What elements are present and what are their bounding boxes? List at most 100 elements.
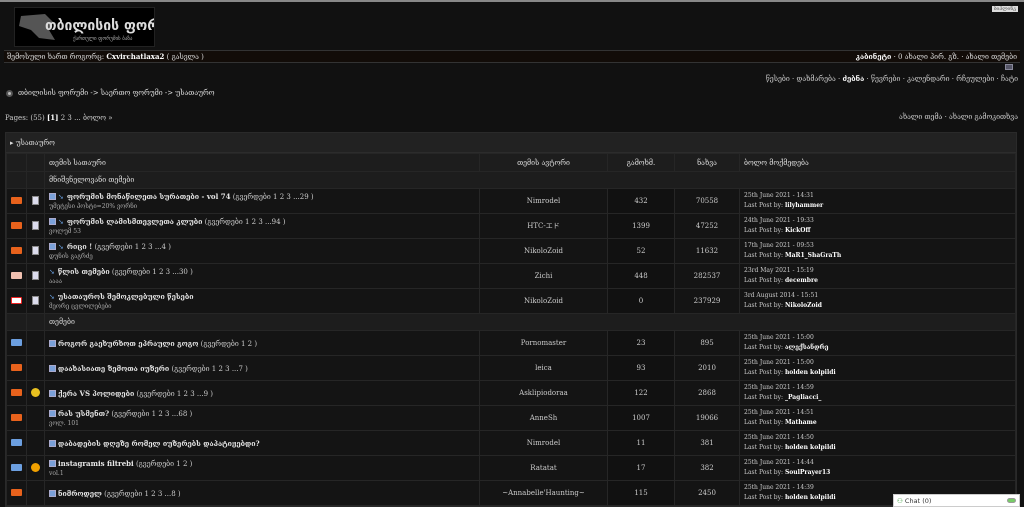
- topic-pages[interactable]: (გვერდები 1 2 ): [136, 460, 192, 468]
- topic-author[interactable]: AnneSh: [479, 405, 608, 431]
- nav-item[interactable]: დახმარება: [797, 75, 836, 83]
- col-title[interactable]: თემის სათაური: [44, 153, 480, 172]
- goto-new-icon[interactable]: [49, 193, 56, 200]
- last-post-date[interactable]: 25th June 2021 - 14:51: [744, 408, 1015, 418]
- username-link[interactable]: Cxvirchatlaxa2: [106, 52, 164, 61]
- last-post-date[interactable]: 24th June 2021 - 19:33: [744, 216, 1015, 226]
- topic-row: დაბადების დღეზე რომელ იუზერებს დაპატიჟებ…: [6, 430, 1016, 456]
- topic-pages[interactable]: (გვერდები 1 2 3 ...68 ): [111, 410, 192, 418]
- last-post-user[interactable]: MaR1_ShaGraTh: [785, 252, 841, 259]
- last-post-user[interactable]: holden kolpildi: [785, 444, 836, 451]
- topic-author[interactable]: leica: [479, 355, 608, 381]
- topic-link[interactable]: ფორუმის ლამისმთევლეთა კლუბი: [67, 217, 203, 226]
- topic-pages[interactable]: (გვერდები 1 2 3 ...9 ): [137, 390, 213, 398]
- topic-link[interactable]: როგორ გაეხურხოთ ეპრაული გოგო: [58, 339, 198, 348]
- topic-author[interactable]: ~Annabelle'Haunting~: [479, 480, 608, 506]
- goto-new-icon[interactable]: [49, 389, 56, 397]
- goto-new-icon[interactable]: [49, 460, 56, 467]
- last-post-user[interactable]: lilyhammer: [785, 202, 823, 209]
- last-post-date[interactable]: 25th June 2021 - 14:39: [744, 483, 1015, 493]
- last-post-date[interactable]: 25th June 2021 - 14:31: [744, 191, 1015, 201]
- topic-author[interactable]: Pornomaster: [479, 330, 608, 356]
- main-nav: წესები · დახმარება · ძებნა · წევრები · კ…: [765, 74, 1018, 83]
- last-post-user[interactable]: ალექსანდრე: [785, 344, 828, 351]
- topic-link[interactable]: რიცი !: [67, 242, 92, 251]
- new-topic-poll-links[interactable]: ახალი თემა · ახალი გამოკითხვა: [899, 113, 1018, 121]
- topic-author[interactable]: Nimrodel: [479, 430, 608, 456]
- topic-link[interactable]: წლის თემები: [58, 267, 110, 276]
- col-author[interactable]: თემის ავტორი: [479, 153, 608, 172]
- last-post-date[interactable]: 25th June 2021 - 15:00: [744, 333, 1015, 343]
- topic-link[interactable]: ქერა VS პოლიდები: [58, 389, 134, 398]
- topic-link[interactable]: დაბადების დღეზე რომელ იუზერებს დაპატიჟებ…: [58, 439, 260, 448]
- goto-new-icon[interactable]: [49, 218, 56, 225]
- message-icon[interactable]: [1005, 64, 1013, 70]
- topic-link[interactable]: დაახასიათე ზემოთა იუზერი: [58, 364, 169, 373]
- topic-title-cell: დაბადების დღეზე რომელ იუზერებს დაპატიჟებ…: [44, 430, 480, 456]
- last-post-user[interactable]: holden kolpildi: [785, 494, 836, 501]
- last-post-date[interactable]: 17th June 2021 - 09:53: [744, 241, 1015, 251]
- chat-toggle[interactable]: [1007, 498, 1016, 503]
- last-post-date[interactable]: 3rd August 2014 - 15:51: [744, 291, 1015, 301]
- last-post-date[interactable]: 25th June 2021 - 14:59: [744, 383, 1015, 393]
- goto-new-icon[interactable]: [49, 410, 56, 417]
- topic-pages[interactable]: (გვერდები 1 2 3 ...29 ): [233, 193, 314, 201]
- topic-author[interactable]: Nimrodel: [479, 188, 608, 214]
- topic-link[interactable]: instagramis filtrebi: [58, 459, 134, 468]
- envelope-icon: [11, 196, 22, 204]
- topic-pages[interactable]: (გვერდები 1 2 3 ...8 ): [104, 490, 180, 498]
- last-post-user[interactable]: NikoloZoid: [785, 302, 822, 309]
- goto-new-icon[interactable]: [49, 339, 56, 347]
- last-post-user[interactable]: decembre: [785, 277, 818, 284]
- col-views[interactable]: ნახვა: [674, 153, 740, 172]
- last-post-date[interactable]: 25th June 2021 - 14:50: [744, 433, 1015, 443]
- topic-author[interactable]: NikoloZoid: [479, 238, 608, 264]
- breadcrumb-path[interactable]: თბილისის ფორუმი -> საერთო ფორუმი -> უსათ…: [18, 89, 215, 97]
- last-post-user[interactable]: SoulPrayer13: [785, 469, 830, 476]
- nav-item[interactable]: კალენდარი: [907, 75, 949, 83]
- cabinet-link[interactable]: კაბინეტი: [856, 52, 892, 61]
- chat-widget[interactable]: ⚇ Chat (0): [893, 494, 1020, 507]
- topic-link[interactable]: უსათაუროს შემოკლებული წესები: [58, 292, 194, 301]
- last-post-user[interactable]: holden kolpildi: [785, 369, 836, 376]
- topic-author[interactable]: Zichi: [479, 263, 608, 289]
- topic-pages[interactable]: (გვერდები 1 2 3 ...4 ): [94, 243, 170, 251]
- topic-author[interactable]: HTC-エド: [479, 213, 608, 239]
- nav-item[interactable]: ძებნა: [842, 74, 864, 83]
- pagination: Pages: (55) [1] 2 3 ... ბოლო »: [5, 113, 113, 122]
- topic-link[interactable]: რას უსმენთ?: [58, 409, 109, 418]
- category-header[interactable]: ▸ უსათაურო: [6, 133, 1016, 153]
- logout-link[interactable]: ( გასვლა ): [167, 53, 204, 61]
- topic-pages[interactable]: (გვერდები 1 2 ): [201, 340, 257, 348]
- nav-item[interactable]: წევრები: [871, 75, 901, 83]
- topic-link[interactable]: ფორუმის მონაწილეთა სურათები - vol 74: [67, 192, 231, 201]
- pm-links[interactable]: · 0 ახალი პირ. გზ. · ახალი თემები: [894, 53, 1017, 61]
- last-post-user[interactable]: Mathame: [785, 419, 817, 426]
- topic-pages[interactable]: (გვერდები 1 2 3 ...7 ): [171, 365, 247, 373]
- topic-pages[interactable]: (გვერდები 1 2 3 ...30 ): [112, 268, 193, 276]
- topic-link[interactable]: ნიმროდელ: [58, 489, 102, 498]
- site-logo[interactable]: თბილისის ფორუმი ქართული ფორუმის ბაზა: [14, 7, 155, 47]
- last-post-date[interactable]: 23rd May 2021 - 15:19: [744, 266, 1015, 276]
- topic-author[interactable]: Ratatat: [479, 455, 608, 481]
- goto-new-icon[interactable]: [49, 364, 56, 372]
- current-page: [1]: [46, 113, 59, 122]
- last-post-date[interactable]: 25th June 2021 - 15:00: [744, 358, 1015, 368]
- col-last-action[interactable]: ბოლო მოქმედება: [739, 153, 1016, 172]
- top-badge[interactable]: ბიპლინკ: [991, 6, 1018, 12]
- nav-item[interactable]: ჩატი: [1001, 75, 1018, 83]
- last-post-date[interactable]: 25th June 2021 - 14:44: [744, 458, 1015, 468]
- nav-item[interactable]: წესები: [766, 75, 790, 83]
- page-links[interactable]: 2 3 ... ბოლო »: [61, 114, 113, 122]
- nav-item[interactable]: რჩეულები: [956, 75, 994, 83]
- status-cell: [6, 405, 27, 431]
- goto-new-icon[interactable]: [49, 439, 56, 447]
- goto-new-icon[interactable]: [49, 243, 56, 250]
- last-post-user[interactable]: KickOff: [785, 227, 810, 234]
- topic-author[interactable]: NikoloZoid: [479, 288, 608, 314]
- topic-author[interactable]: Asklipiodoraa: [479, 380, 608, 406]
- last-post-user[interactable]: _Pagliacci_: [785, 394, 821, 401]
- col-replies[interactable]: გამოხმ.: [607, 153, 675, 172]
- goto-new-icon[interactable]: [49, 489, 56, 497]
- topic-pages[interactable]: (გვერდები 1 2 3 ...94 ): [205, 218, 286, 226]
